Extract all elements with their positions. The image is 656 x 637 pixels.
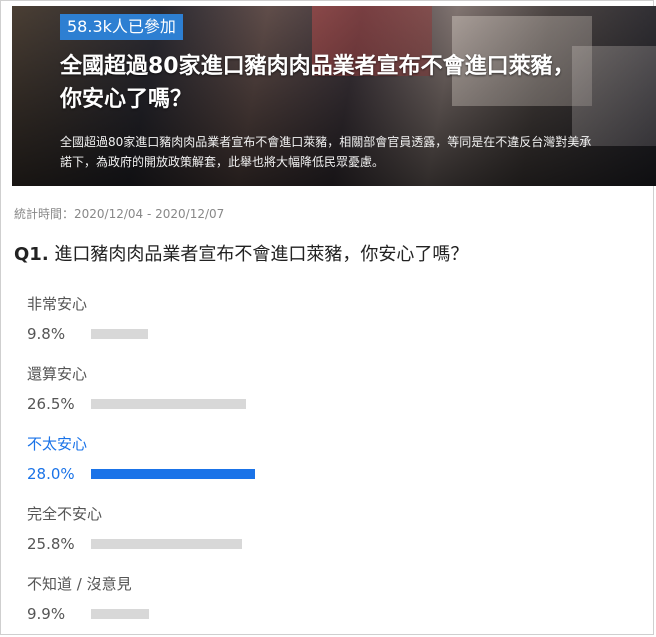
headline-line: 你安心了嗎？ [60, 87, 193, 112]
poll-option: 完全不安心 25.8% [27, 503, 627, 555]
description-line: 全國超過80家進口豬肉肉品業者宣布不會進口萊豬，相關部會官員透露，等同是在不違反… [60, 135, 592, 149]
option-label: 不太安心 [27, 435, 88, 453]
option-label: 完全不安心 [27, 505, 103, 523]
option-percent: 9.8% [27, 325, 66, 343]
option-bar [91, 329, 148, 339]
option-bar [91, 609, 149, 619]
poll-option: 不知道 / 沒意見 9.9% [27, 573, 627, 625]
participants-badge: 58.3k人已參加 [60, 14, 183, 40]
option-label: 非常安心 [27, 295, 88, 313]
headline-line: 全國超過80家進口豬肉肉品業者宣布不會進口萊豬， [60, 54, 575, 79]
option-bar [91, 469, 255, 479]
option-bar [91, 539, 242, 549]
poll-question: Q1. 進口豬肉肉品業者宣布不會進口萊豬，你安心了嗎？ [14, 240, 468, 266]
option-percent: 26.5% [27, 395, 75, 413]
stats-period: 統計時間：2020/12/04 - 2020/12/07 [14, 207, 225, 221]
option-bar [91, 399, 246, 409]
option-label: 不知道 / 沒意見 [27, 575, 132, 593]
poll-option: 還算安心 26.5% [27, 363, 627, 415]
poll-option: 非常安心 9.8% [27, 293, 627, 345]
option-percent: 9.9% [27, 605, 66, 623]
option-label: 還算安心 [27, 365, 88, 383]
option-percent: 28.0% [27, 465, 75, 483]
poll-banner: 58.3k人已參加 全國超過80家進口豬肉肉品業者宣布不會進口萊豬， 你安心了嗎… [12, 6, 656, 186]
question-number: Q1. [14, 244, 49, 265]
poll-headline: 全國超過80家進口豬肉肉品業者宣布不會進口萊豬， 你安心了嗎？ [60, 50, 656, 116]
option-percent: 25.8% [27, 535, 75, 553]
question-text: 進口豬肉肉品業者宣布不會進口萊豬，你安心了嗎？ [54, 244, 469, 265]
description-line: 諾下，為政府的開放政策解套，此舉也將大幅降低民眾憂慮。 [60, 155, 385, 169]
poll-description: 全國超過80家進口豬肉肉品業者宣布不會進口萊豬，相關部會官員透露，等同是在不違反… [60, 132, 656, 172]
poll-option: 不太安心 28.0% [27, 433, 627, 485]
